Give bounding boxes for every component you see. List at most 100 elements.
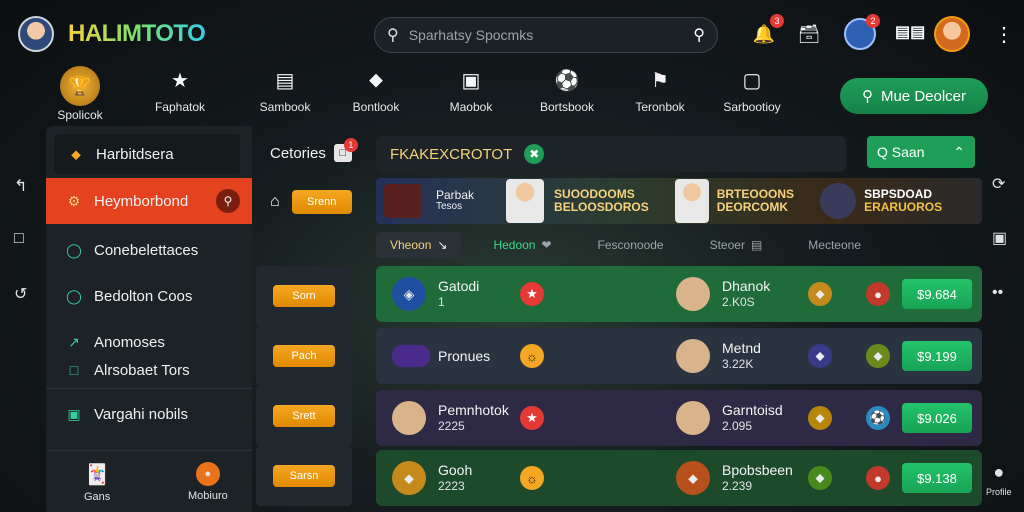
sidebar-item-3[interactable]: ◯ Bedolton Coos — [46, 284, 252, 308]
sidebar-item-0[interactable]: ⬥ Harbitdsera — [54, 134, 240, 174]
shield-icon: ⬥ — [369, 68, 383, 91]
gear-icon: ⚙ — [67, 192, 81, 209]
shield-icon: ⬥ — [808, 282, 832, 306]
user-avatar[interactable]: 2 — [844, 14, 880, 50]
away-team-name: Garntoisd — [722, 402, 783, 419]
section-header: FKAKEXCROTOT ✖ — [376, 136, 846, 172]
search-input[interactable] — [408, 27, 684, 43]
search-bar[interactable]: ⚲ ⚲ — [374, 17, 718, 53]
nav-item-5[interactable]: ⚽ Bortsbook — [536, 66, 598, 124]
ball-icon: ⚽ — [866, 406, 890, 430]
promo-banner[interactable]: Parbak Tesos SUOODOOMS BELOOSDOROS BRTEO… — [376, 178, 982, 224]
profile-avatar[interactable] — [934, 16, 970, 52]
tab-profile[interactable]: ● Profile — [986, 462, 1012, 497]
trophy-icon: 🏆 — [60, 66, 100, 106]
category-button-4[interactable]: Sarsn — [273, 465, 335, 487]
cross-icon[interactable]: ✖ — [524, 144, 545, 164]
odds-button[interactable]: $9.684 — [902, 279, 972, 309]
nav-item-0[interactable]: 🏆 Spolicok — [48, 66, 112, 124]
filter-tab-1[interactable]: Hedoon ❤ — [479, 232, 565, 258]
divider — [46, 388, 252, 389]
categories-icon[interactable]: □ 1 — [333, 138, 358, 162]
search-submit-icon[interactable]: ⚲ — [693, 25, 705, 45]
notification-badge: 3 — [770, 14, 784, 28]
odds-button[interactable]: $9.138 — [902, 463, 972, 493]
odds-button[interactable]: $9.026 — [902, 403, 972, 433]
category-slot-3: Srett — [256, 386, 352, 446]
category-button-1[interactable]: Sorn — [273, 285, 335, 307]
category-button-0[interactable]: Srenn — [291, 190, 352, 214]
search-icon: ⚲ — [216, 189, 240, 213]
category-button-3[interactable]: Srett — [273, 405, 335, 427]
chat-icon: ◯ — [66, 287, 82, 304]
divider — [46, 450, 252, 451]
notifications-button[interactable]: 🔔 3 — [750, 14, 784, 48]
share-icon[interactable]: ↰ — [14, 176, 27, 196]
filter-tab-0[interactable]: Vheoon ↘ — [376, 232, 462, 258]
refresh-icon[interactable]: ⟳ — [992, 174, 1005, 194]
shield-icon: ⬥ — [808, 344, 832, 368]
signin-button[interactable]: Q Saan ⌃ — [867, 136, 975, 168]
dots-icon[interactable]: •• — [992, 284, 1003, 302]
brand-avatar[interactable] — [18, 16, 54, 52]
wallet-icon: 🗃 — [797, 23, 821, 44]
nav-item-6[interactable]: ⚑ Teronbok — [630, 66, 690, 124]
nav-item-7[interactable]: ▢ Sarbootioy — [720, 66, 784, 124]
filter-tab-3[interactable]: Steoer ▤ — [696, 232, 777, 258]
nodes-icon[interactable]: ↺ — [14, 284, 27, 304]
category-button-2[interactable]: Pach — [273, 345, 335, 367]
circle-icon: ◯ — [66, 241, 82, 258]
match-row[interactable]: Pronues ☼ Metnd 3.22K ⬥ ⬥ $9.199 — [376, 328, 982, 384]
sidebar-item-6[interactable]: ▣ Vargahi nobils — [46, 402, 252, 426]
player-avatar — [392, 401, 426, 435]
home-team-name: Gooh — [438, 462, 473, 479]
match-row[interactable]: ⬥ Gooh 2223 ☼ ⬥ Bpobsbeen 2.239 ⬥ ● $9.1… — [376, 450, 982, 506]
calendar-icon: ▣ — [461, 69, 481, 92]
sidebar-item-1[interactable]: ⚙ Heymborbond ⚲ — [46, 178, 252, 224]
chat-icon[interactable]: □ — [14, 230, 24, 248]
category-slot-2: Pach — [256, 326, 352, 386]
player-image — [674, 179, 709, 223]
avatar-badge: 2 — [866, 14, 880, 28]
wallet-button[interactable]: 🗃 — [795, 20, 823, 48]
nav-item-1[interactable]: ★ Faphatok — [150, 66, 210, 124]
cards-icon: 🃏 — [84, 464, 110, 486]
home-team-name: Pronues — [438, 347, 491, 364]
deposit-button[interactable]: ⚲ Mue Deolcer — [840, 78, 988, 114]
message-icon: □ — [69, 362, 79, 378]
star-icon: ★ — [171, 69, 189, 92]
filter-tab-4[interactable]: Mecteone — [794, 232, 875, 258]
filter-tab-2[interactable]: Fesconoode — [584, 232, 678, 258]
more-menu-icon[interactable]: ⋮ — [994, 22, 1014, 47]
stats-icon[interactable]: ▤▤ — [895, 22, 925, 42]
sidebar-item-2[interactable]: ◯ Conebelettaces — [46, 238, 252, 262]
category-slot-1: Sorn — [256, 266, 352, 326]
folder-icon: ▢ — [742, 69, 762, 92]
team-logo-icon: ● — [866, 466, 890, 490]
tab-games[interactable]: 🃏 Gans — [84, 462, 110, 503]
odds-button[interactable]: $9.199 — [902, 341, 972, 371]
sidebar-item-5[interactable]: □ Alrsobaet Tors — [46, 358, 252, 382]
shield-icon: ⬥ — [808, 406, 832, 430]
home-team-name: Pemnhotok — [438, 402, 509, 419]
nav-item-3[interactable]: ⬥ Bontlook — [346, 66, 406, 124]
arrow-icon: ↘ — [437, 238, 448, 252]
box-icon: ▣ — [67, 405, 81, 422]
box-icon[interactable]: ▣ — [992, 228, 1007, 248]
tab-mobile[interactable]: ● Mobiuro — [188, 462, 228, 502]
shield-icon: ⬥ — [71, 145, 81, 162]
team-crest: ◈ — [392, 277, 426, 311]
star-icon: ★ — [520, 406, 544, 430]
sidebar-item-4[interactable]: ↗ Anomoses — [46, 330, 252, 354]
team-crest — [392, 345, 430, 367]
match-row[interactable]: Pemnhotok 2225 ★ Garntoisd 2.095 ⬥ ⚽ $9.… — [376, 390, 982, 446]
nav-item-2[interactable]: ▤ Sambook — [252, 66, 318, 124]
brand-logo[interactable]: HALIMTOTO — [68, 20, 206, 48]
user-icon: ⚲ — [861, 88, 873, 105]
nav-item-4[interactable]: ▣ Maobok — [440, 66, 502, 124]
category-slot-4: Sarsn — [256, 446, 352, 506]
away-team-name: Bpobsbeen — [722, 462, 793, 479]
player-avatar — [676, 401, 710, 435]
home-team-name: Gatodi — [438, 278, 480, 295]
match-row[interactable]: ◈ Gatodi 1 ★ Dhanok 2.K0S ⬥ ● $9.684 — [376, 266, 982, 322]
